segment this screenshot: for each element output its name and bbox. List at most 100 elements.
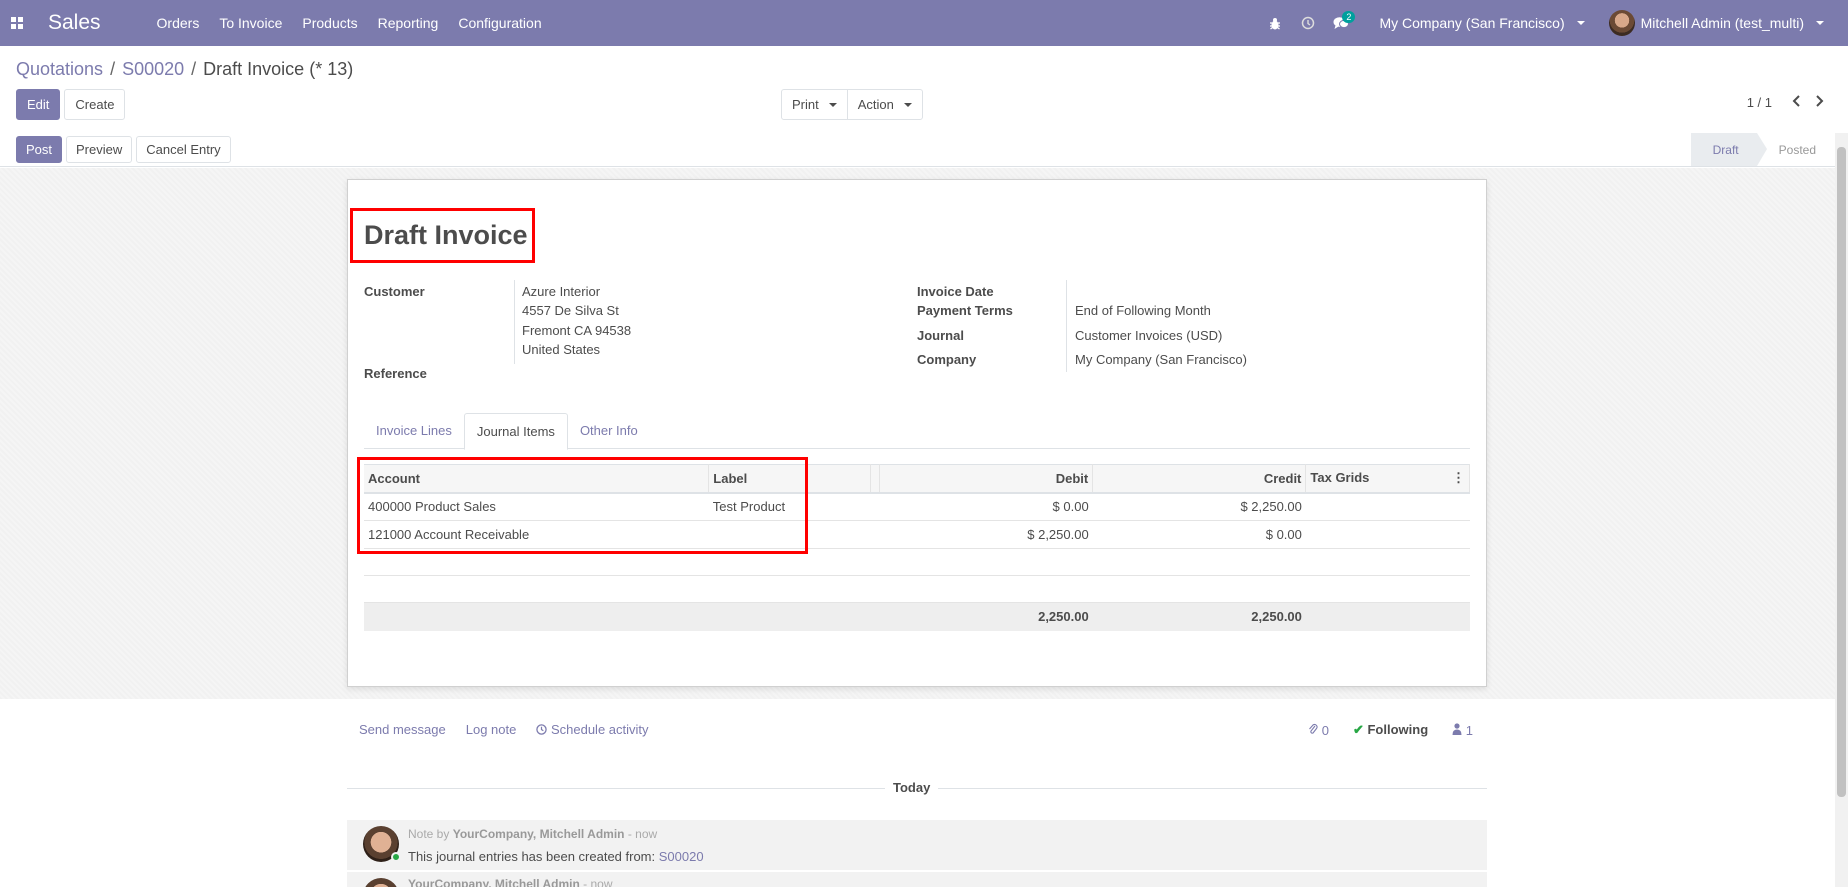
journal-link[interactable]: Customer Invoices (USD) xyxy=(1075,328,1222,343)
cell-tax-grids[interactable] xyxy=(1305,492,1470,521)
paperclip-icon xyxy=(1309,723,1318,734)
print-label: Print xyxy=(792,97,819,112)
address-line-1: 4557 De Silva St xyxy=(522,303,619,318)
column-header-blank xyxy=(870,464,881,494)
tab-other-info[interactable]: Other Info xyxy=(568,413,650,448)
pager-previous-icon[interactable] xyxy=(1792,95,1801,110)
action-dropdown[interactable]: Action xyxy=(846,89,923,120)
messages-count-badge: 2 xyxy=(1342,11,1356,23)
today-label: Today xyxy=(885,780,939,795)
message-header: YourCompany, Mitchell Admin - now xyxy=(408,877,612,887)
user-menu[interactable]: Mitchell Admin (test_multi) xyxy=(1601,10,1824,36)
tab-journal-items[interactable]: Journal Items xyxy=(463,413,568,450)
tab-invoice-lines[interactable]: Invoice Lines xyxy=(364,413,464,448)
menu-reporting[interactable]: Reporting xyxy=(368,0,449,46)
message-author[interactable]: YourCompany, Mitchell Admin xyxy=(408,877,580,887)
app-name[interactable]: Sales xyxy=(48,11,101,35)
invoice-sheet: Draft Invoice Customer Azure Interior 45… xyxy=(347,179,1487,687)
activity-clock-icon[interactable] xyxy=(1291,0,1324,46)
caret-down-icon xyxy=(1816,21,1824,25)
caret-down-icon xyxy=(828,102,837,107)
followers-count: 1 xyxy=(1465,722,1473,738)
edit-button[interactable]: Edit xyxy=(16,89,61,120)
notebook-tabs: Invoice Lines Journal Items Other Info xyxy=(364,413,1470,450)
scrollbar[interactable] xyxy=(1835,133,1848,887)
highlight-box-journal-items xyxy=(357,457,808,554)
main-menu: Orders To Invoice Products Reporting Con… xyxy=(147,0,552,46)
menu-to-invoice[interactable]: To Invoice xyxy=(209,0,292,46)
message-header: Note by YourCompany, Mitchell Admin - no… xyxy=(408,827,657,841)
field-divider xyxy=(514,280,515,364)
breadcrumb-sale-order[interactable]: S00020 xyxy=(122,59,184,80)
messages-comments-icon[interactable]: 2 xyxy=(1324,0,1357,46)
attachments-button[interactable]: 0 xyxy=(1308,723,1329,738)
schedule-activity-button[interactable]: Schedule activity xyxy=(536,722,649,737)
cell-credit[interactable]: $ 2,250.00 xyxy=(1092,492,1306,521)
cell-tax-grids[interactable] xyxy=(1305,520,1470,549)
create-button[interactable]: Create xyxy=(64,89,126,120)
column-header-credit[interactable]: Credit xyxy=(1092,464,1307,494)
post-button[interactable]: Post xyxy=(16,136,63,163)
company-switcher[interactable]: My Company (San Francisco) xyxy=(1357,15,1600,31)
company-link[interactable]: My Company (San Francisco) xyxy=(1075,352,1247,367)
scrollbar-thumb[interactable] xyxy=(1837,147,1846,797)
customer-link[interactable]: Azure Interior xyxy=(522,284,600,299)
menu-configuration[interactable]: Configuration xyxy=(448,0,551,46)
menu-products[interactable]: Products xyxy=(292,0,367,46)
check-icon: ✔ xyxy=(1352,722,1364,737)
author-avatar[interactable] xyxy=(363,878,399,887)
message-time: - now xyxy=(627,827,658,841)
pager: 1 / 1 xyxy=(1747,95,1824,110)
message-author[interactable]: YourCompany, Mitchell Admin xyxy=(453,827,625,841)
user-icon xyxy=(1452,722,1462,735)
optional-columns-icon[interactable]: ⋮ xyxy=(1452,470,1465,486)
clock-icon xyxy=(536,724,548,735)
print-dropdown[interactable]: Print xyxy=(781,89,848,120)
form-buttons: Edit Create xyxy=(16,89,126,120)
following-label: Following xyxy=(1367,722,1429,737)
message-time: - now xyxy=(583,877,613,887)
form-statusbar: Post Preview Cancel Entry Draft Posted xyxy=(0,133,1848,167)
user-avatar xyxy=(1608,10,1635,36)
systray: 2 My Company (San Francisco) Mitchell Ad… xyxy=(1258,0,1824,46)
company-label: Company xyxy=(917,352,977,367)
tax-grids-label: Tax Grids xyxy=(1310,470,1370,486)
online-status-icon xyxy=(391,852,401,862)
total-credit: 2,250.00 xyxy=(1092,602,1306,631)
action-label: Action xyxy=(857,97,894,112)
breadcrumb-separator: / xyxy=(110,59,116,79)
message-link[interactable]: S00020 xyxy=(659,849,704,864)
caret-down-icon xyxy=(1576,21,1585,25)
pager-value[interactable]: 1 / 1 xyxy=(1747,95,1772,110)
preview-button[interactable]: Preview xyxy=(66,136,133,163)
following-button[interactable]: ✔ Following xyxy=(1353,722,1428,738)
column-header-debit[interactable]: Debit xyxy=(879,464,1094,494)
cancel-entry-button[interactable]: Cancel Entry xyxy=(136,136,231,163)
breadcrumb-quotations[interactable]: Quotations xyxy=(16,59,103,80)
chatter-topbar: Send message Log note Schedule activity … xyxy=(359,722,1473,746)
cell-debit[interactable]: $ 0.00 xyxy=(879,492,1093,521)
address-line-2: Fremont CA 94538 xyxy=(522,323,632,338)
totals-row: 2,250.00 2,250.00 xyxy=(364,602,1470,631)
attachments-count: 0 xyxy=(1321,722,1329,738)
highlight-box-title xyxy=(350,208,535,263)
log-note-button[interactable]: Log note xyxy=(466,722,517,737)
column-header-tax-grids[interactable]: Tax Grids ⋮ xyxy=(1305,464,1470,494)
pager-next-icon[interactable] xyxy=(1815,95,1824,110)
customer-label: Customer xyxy=(364,284,425,299)
action-buttons: Print Action xyxy=(781,89,923,120)
menu-orders[interactable]: Orders xyxy=(147,0,210,46)
status-step-draft: Draft xyxy=(1690,133,1767,166)
debug-bug-icon[interactable] xyxy=(1258,0,1291,46)
followers-button[interactable]: 1 xyxy=(1452,723,1473,738)
send-message-button[interactable]: Send message xyxy=(359,722,446,737)
apps-menu-icon[interactable] xyxy=(0,0,34,46)
cell-debit[interactable]: $ 2,250.00 xyxy=(879,520,1093,549)
breadcrumb-separator: / xyxy=(191,59,197,79)
message-text: This journal entries has been created fr… xyxy=(408,849,656,864)
cell-credit[interactable]: $ 0.00 xyxy=(1092,520,1306,549)
status-step-posted[interactable]: Posted xyxy=(1757,133,1834,166)
schedule-activity-label: Schedule activity xyxy=(550,722,649,737)
payment-terms-link[interactable]: End of Following Month xyxy=(1075,303,1211,318)
statusbar-buttons: Post Preview Cancel Entry xyxy=(16,136,231,163)
